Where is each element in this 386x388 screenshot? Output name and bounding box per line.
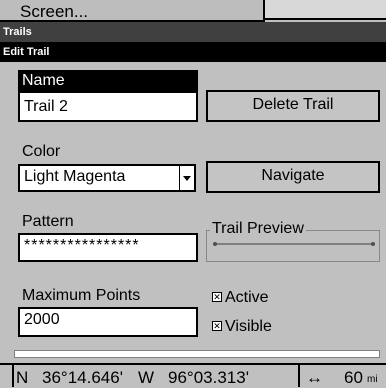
delete-trail-button[interactable]: Delete Trail xyxy=(206,90,380,122)
visible-checkbox[interactable]: ✕ xyxy=(212,321,222,331)
color-select-value: Light Magenta xyxy=(24,168,126,185)
status-separator xyxy=(298,365,300,387)
status-separator xyxy=(12,365,14,387)
distance-unit: mi xyxy=(367,374,378,385)
pattern-label: Pattern xyxy=(22,213,74,230)
status-bar: N 36°14.646' W 96°03.313' ↔ 60 mi xyxy=(0,363,386,387)
longitude-value: 96°03.313' xyxy=(168,368,249,387)
maximum-points-label: Maximum Points xyxy=(22,287,141,304)
maximum-points-field[interactable]: 2000 xyxy=(18,307,198,337)
menu-bar-filler xyxy=(265,0,386,20)
trail-preview-line xyxy=(214,243,374,245)
color-label: Color xyxy=(22,143,61,160)
navigate-button[interactable]: Navigate xyxy=(206,161,380,193)
distance-value: 60 xyxy=(344,368,363,387)
name-field[interactable]: Trail 2 xyxy=(18,91,198,122)
dropdown-arrow-icon[interactable] xyxy=(179,166,194,190)
edit-trail-title-bar: Edit Trail xyxy=(0,42,386,62)
trail-preview-end-dot xyxy=(371,242,375,246)
latitude-value: 36°14.646' xyxy=(42,368,123,387)
screen-menu-label: Screen... xyxy=(20,2,89,21)
trails-title-bar: Trails xyxy=(0,22,386,42)
name-label: Name xyxy=(22,72,65,89)
active-checkbox[interactable]: ✕ xyxy=(212,292,222,302)
screen-menu-tab[interactable]: Screen... xyxy=(0,0,265,22)
bottom-strip-field xyxy=(14,350,380,358)
trail-preview-start-dot xyxy=(213,242,217,246)
active-label: Active xyxy=(225,289,269,306)
longitude-hemisphere: W xyxy=(138,368,155,387)
trail-preview-label: Trail Preview xyxy=(210,220,306,238)
latitude-hemisphere: N xyxy=(16,368,29,387)
pattern-field[interactable]: **************** xyxy=(18,233,198,262)
double-arrow-icon: ↔ xyxy=(306,368,323,387)
edit-trail-title: Edit Trail xyxy=(3,46,50,58)
color-select[interactable]: Light Magenta xyxy=(18,164,196,192)
trails-title: Trails xyxy=(3,26,32,38)
visible-label: Visible xyxy=(225,318,272,335)
